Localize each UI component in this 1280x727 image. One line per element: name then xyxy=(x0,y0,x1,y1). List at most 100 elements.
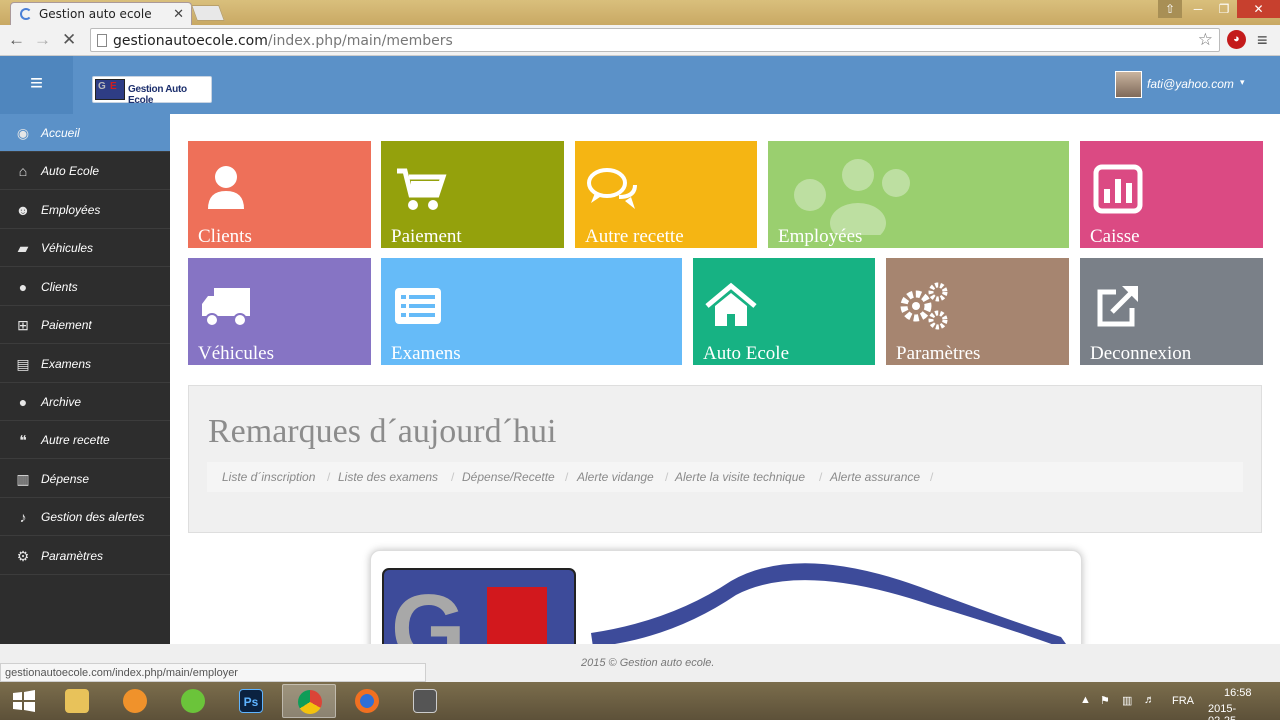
breadcrumb-separator: / xyxy=(327,470,331,484)
tile-label: Paramètres xyxy=(896,343,981,364)
link-depense-recette[interactable]: Dépense/Recette xyxy=(462,470,555,484)
user-profile-button[interactable]: ⇧ xyxy=(1158,0,1182,18)
sidebar-item-label: Gestion des alertes xyxy=(41,510,145,524)
comments-icon: ❝ xyxy=(19,432,27,448)
browser-menu-icon[interactable]: ≡ xyxy=(1257,30,1268,51)
volume-icon[interactable]: ♬ xyxy=(1144,694,1155,706)
sidebar-item-vehicules[interactable]: ▰ Véhicules xyxy=(0,229,170,267)
user-email: fati@yahoo.com xyxy=(1147,77,1234,91)
taskbar-firefox[interactable] xyxy=(340,684,394,718)
sidebar-item-gestion-alertes[interactable]: ♪ Gestion des alertes xyxy=(0,498,170,536)
sidebar-item-auto-ecole[interactable]: ⌂ Auto Ecole xyxy=(0,152,170,190)
tile-label: Examens xyxy=(391,343,461,364)
sidebar-item-accueil[interactable]: ◉ Accueil xyxy=(0,114,170,152)
sidebar-item-label: Clients xyxy=(41,280,78,294)
taskbar-gestion-app[interactable] xyxy=(398,684,452,718)
cogs-icon xyxy=(900,282,948,330)
sidebar-item-label: Auto Ecole xyxy=(41,164,100,178)
cart-icon xyxy=(397,168,447,210)
tile-clients[interactable]: Clients xyxy=(188,141,371,248)
tile-paiement[interactable]: Paiement xyxy=(381,141,564,248)
sidebar-item-label: Examens xyxy=(41,357,92,371)
loading-spinner-icon xyxy=(20,8,32,20)
user-icon: ● xyxy=(18,394,28,410)
link-alerte-vidange[interactable]: Alerte vidange xyxy=(577,470,654,484)
url-host: gestionautoecole.com xyxy=(113,33,268,49)
browser-tab-bar: Gestion auto ecole ✕ ⇧ ─ ❐ ✕ xyxy=(0,0,1280,25)
taskbar-pidgin[interactable] xyxy=(108,684,162,718)
clock-time[interactable]: 16:58 xyxy=(1224,687,1252,699)
stop-icon[interactable]: ✕ xyxy=(62,30,76,50)
sidebar-item-examens[interactable]: ▤ Examens xyxy=(0,345,170,383)
bar-chart-icon: ▥ xyxy=(16,471,30,487)
tile-label: Caisse xyxy=(1090,226,1140,247)
tile-caisse[interactable]: Caisse xyxy=(1080,141,1263,248)
sidebar-item-employees[interactable]: ☻ Employées xyxy=(0,191,170,229)
start-button[interactable] xyxy=(0,684,48,718)
clock-date[interactable]: 2015-02-25 xyxy=(1208,703,1236,727)
minimize-button[interactable]: ─ xyxy=(1185,0,1211,18)
external-link-icon xyxy=(1097,286,1138,327)
users-icon xyxy=(794,159,910,235)
sidebar-item-depense[interactable]: ▥ Dépense xyxy=(0,460,170,498)
browser-tab[interactable]: Gestion auto ecole ✕ xyxy=(10,2,192,25)
sidebar-item-parametres[interactable]: ⚙ Paramètres xyxy=(0,537,170,575)
tray-expand-icon[interactable]: ▲ xyxy=(1080,694,1091,706)
sidebar-item-archive[interactable]: ● Archive xyxy=(0,383,170,421)
tile-label: Auto Ecole xyxy=(703,343,790,364)
logo-letter-g: G xyxy=(98,81,106,92)
bell-icon: ♪ xyxy=(19,509,27,525)
bookmark-star-icon[interactable]: ☆ xyxy=(1198,30,1213,50)
tile-parametres[interactable]: Paramètres xyxy=(886,258,1069,365)
tile-auto-ecole[interactable]: Auto Ecole xyxy=(693,258,875,365)
user-icon xyxy=(208,166,244,209)
lime-icon xyxy=(181,689,205,713)
sidebar-item-paiement[interactable]: ⊞ Paiement xyxy=(0,306,170,344)
tile-deconnexion[interactable]: Deconnexion xyxy=(1080,258,1263,365)
taskbar-photoshop[interactable]: Ps xyxy=(224,684,278,718)
back-icon[interactable]: ← xyxy=(8,30,25,50)
tile-examens[interactable]: Examens xyxy=(381,258,682,365)
windows-logo-icon xyxy=(13,690,35,712)
tile-vehicules[interactable]: Véhicules xyxy=(188,258,371,365)
tab-close-button[interactable]: ✕ xyxy=(173,6,184,22)
breadcrumb-separator: / xyxy=(565,470,569,484)
address-bar[interactable]: gestionautoecole.com/index.php/main/memb… xyxy=(90,28,1220,52)
extension-icon[interactable]: ◕ xyxy=(1227,30,1246,49)
app-logo[interactable]: G E Gestion Auto Ecole xyxy=(92,76,212,106)
flag-icon[interactable]: ⚑ xyxy=(1100,694,1110,707)
remarks-panel: Remarques d´aujourd´hui Liste d´inscript… xyxy=(188,385,1262,533)
sidebar-item-clients[interactable]: ● Clients xyxy=(0,268,170,306)
close-window-button[interactable]: ✕ xyxy=(1237,0,1280,18)
link-liste-inscription[interactable]: Liste d´inscription xyxy=(222,470,315,484)
taskbar-lime[interactable] xyxy=(166,684,220,718)
link-alerte-assurance[interactable]: Alerte assurance xyxy=(830,470,920,484)
new-tab-button[interactable] xyxy=(191,5,225,21)
sidebar-item-label: Employées xyxy=(41,203,101,217)
sidebar-item-label: Paiement xyxy=(41,318,92,332)
language-indicator[interactable]: FRA xyxy=(1172,695,1194,707)
tile-label: Véhicules xyxy=(198,343,274,364)
brand-logo-image: G xyxy=(382,563,1066,644)
cart-icon: ⊞ xyxy=(17,317,29,333)
sidebar-item-autre-recette[interactable]: ❝ Autre recette xyxy=(0,421,170,459)
maximize-button[interactable]: ❐ xyxy=(1211,0,1237,18)
sidebar-item-label: Archive xyxy=(41,395,82,409)
forward-icon[interactable]: → xyxy=(34,30,51,50)
app-icon xyxy=(413,689,437,713)
sidebar-toggle-button[interactable]: ≡ xyxy=(0,56,73,114)
network-icon[interactable]: ▥ xyxy=(1122,694,1132,707)
link-liste-examens[interactable]: Liste des examens xyxy=(338,470,438,484)
tile-label: Clients xyxy=(198,226,252,247)
logo-mark: G E xyxy=(95,79,125,100)
taskbar: Ps ▲ ⚑ ▥ ♬ FRA 16:58 2015-02-25 xyxy=(0,682,1280,727)
tile-employees[interactable]: Employées xyxy=(768,141,1069,248)
chrome-icon xyxy=(298,690,322,714)
taskbar-file-explorer[interactable] xyxy=(50,684,104,718)
user-icon: ● xyxy=(18,279,28,295)
taskbar-chrome[interactable] xyxy=(282,684,336,718)
link-alerte-visite-technique[interactable]: Alerte la visite technique xyxy=(675,470,805,484)
bar-chart-icon xyxy=(1093,164,1143,214)
svg-text:G: G xyxy=(391,575,466,644)
tile-autre-recette[interactable]: Autre recette xyxy=(575,141,757,248)
